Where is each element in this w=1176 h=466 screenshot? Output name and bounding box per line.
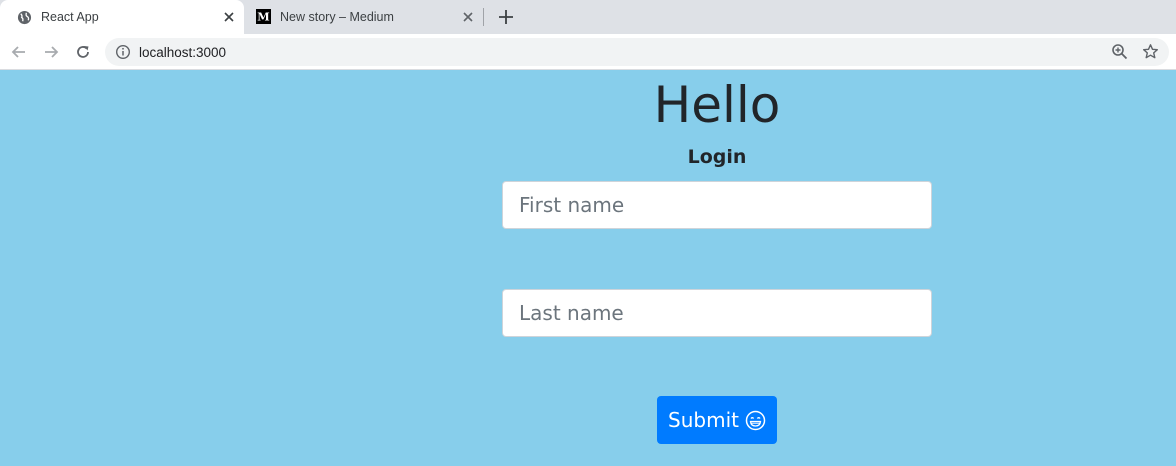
browser-toolbar: localhost:3000	[0, 34, 1176, 70]
last-name-input[interactable]	[502, 289, 932, 337]
login-heading: Login	[687, 146, 747, 168]
bookmark-star-icon[interactable]	[1142, 43, 1159, 60]
url-text: localhost:3000	[139, 45, 227, 60]
new-tab-plus-icon[interactable]	[497, 8, 515, 26]
submit-label: Submit	[668, 408, 739, 432]
globe-icon	[17, 10, 32, 25]
back-arrow-icon[interactable]	[10, 43, 28, 61]
tab-separator	[483, 8, 484, 26]
tab-title: React App	[41, 10, 99, 24]
tab-strip: React App M New story – Medium	[0, 0, 1176, 34]
tab-react-app[interactable]: React App	[0, 0, 244, 34]
page-title: Hello	[653, 76, 781, 134]
close-icon[interactable]	[461, 10, 475, 24]
grinning-face-icon	[745, 410, 766, 430]
zoom-icon[interactable]	[1111, 43, 1128, 60]
page-content: Hello Login Submit	[0, 71, 1176, 466]
close-icon[interactable]	[222, 10, 236, 24]
tab-medium[interactable]: M New story – Medium	[245, 0, 483, 34]
medium-logo-icon: M	[256, 9, 271, 24]
reload-icon[interactable]	[74, 43, 92, 61]
first-name-input[interactable]	[502, 181, 932, 229]
address-bar[interactable]: localhost:3000	[105, 38, 1169, 66]
submit-button[interactable]: Submit	[657, 396, 777, 444]
tab-title: New story – Medium	[280, 10, 394, 24]
svg-text:M: M	[257, 10, 269, 24]
info-icon[interactable]	[115, 44, 131, 60]
forward-arrow-icon[interactable]	[42, 43, 60, 61]
